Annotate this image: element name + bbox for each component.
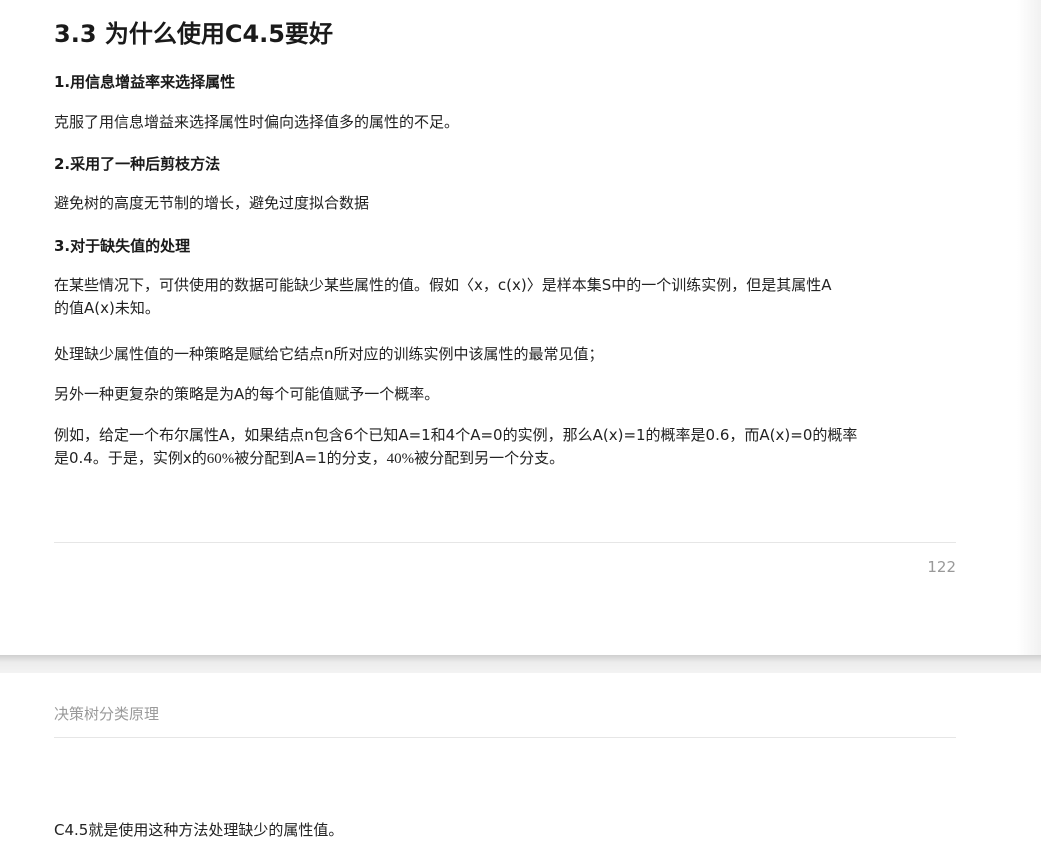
paragraph-1: 克服了用信息增益来选择属性时偏向选择值多的属性的不足。	[54, 113, 460, 131]
subheading-3: 3.对于缺失值的处理	[54, 237, 191, 255]
page-number: 122	[927, 558, 956, 576]
paragraph-6: 例如，给定一个布尔属性A，如果结点n包含6个已知A=1和4个A=0的实例，那么A…	[54, 424, 954, 471]
paragraph-6-line-2: 是0.4。于是，实例x的60%被分配到A=1的分支，40%被分配到另一个分支。	[54, 447, 954, 471]
page-edge-shadow	[1017, 0, 1041, 655]
page-separator	[0, 655, 1041, 673]
paragraph-3-line-1: 在某些情况下，可供使用的数据可能缺少某些属性的值。假如〈x，c(x)〉是样本集S…	[54, 276, 832, 294]
text-run: 被分配到A=1的分支，	[234, 449, 387, 467]
document-page-next: 决策树分类原理 C4.5就是使用这种方法处理缺少的属性值。	[0, 673, 1041, 862]
paragraph-3: 在某些情况下，可供使用的数据可能缺少某些属性的值。假如〈x，c(x)〉是样本集S…	[54, 274, 954, 320]
paragraph-5: 另外一种更复杂的策略是为A的每个可能值赋予一个概率。	[54, 385, 440, 403]
header-divider	[54, 737, 956, 738]
section-title: 3.3 为什么使用C4.5要好	[54, 20, 333, 48]
running-header: 决策树分类原理	[54, 705, 160, 723]
paragraph-2: 避免树的高度无节制的增长，避免过度拟合数据	[54, 194, 370, 212]
percent-40: 40%	[386, 451, 415, 467]
paragraph-next: C4.5就是使用这种方法处理缺少的属性值。	[54, 821, 344, 839]
paragraph-4: 处理缺少属性值的一种策略是赋给它结点n所对应的训练实例中该属性的最常见值；	[54, 345, 604, 363]
paragraph-3-line-2: 的值A(x)未知。	[54, 299, 160, 317]
footer-divider	[54, 542, 956, 543]
subheading-2: 2.采用了一种后剪枝方法	[54, 155, 221, 173]
document-page-122: 3.3 为什么使用C4.5要好 1.用信息增益率来选择属性 克服了用信息增益来选…	[0, 0, 1041, 655]
paragraph-6-line-1: 例如，给定一个布尔属性A，如果结点n包含6个已知A=1和4个A=0的实例，那么A…	[54, 426, 858, 444]
text-run: 是0.4。于是，实例x的	[54, 449, 207, 467]
percent-60: 60%	[206, 451, 235, 467]
text-run: 被分配到另一个分支。	[414, 449, 565, 467]
subheading-1: 1.用信息增益率来选择属性	[54, 73, 236, 91]
